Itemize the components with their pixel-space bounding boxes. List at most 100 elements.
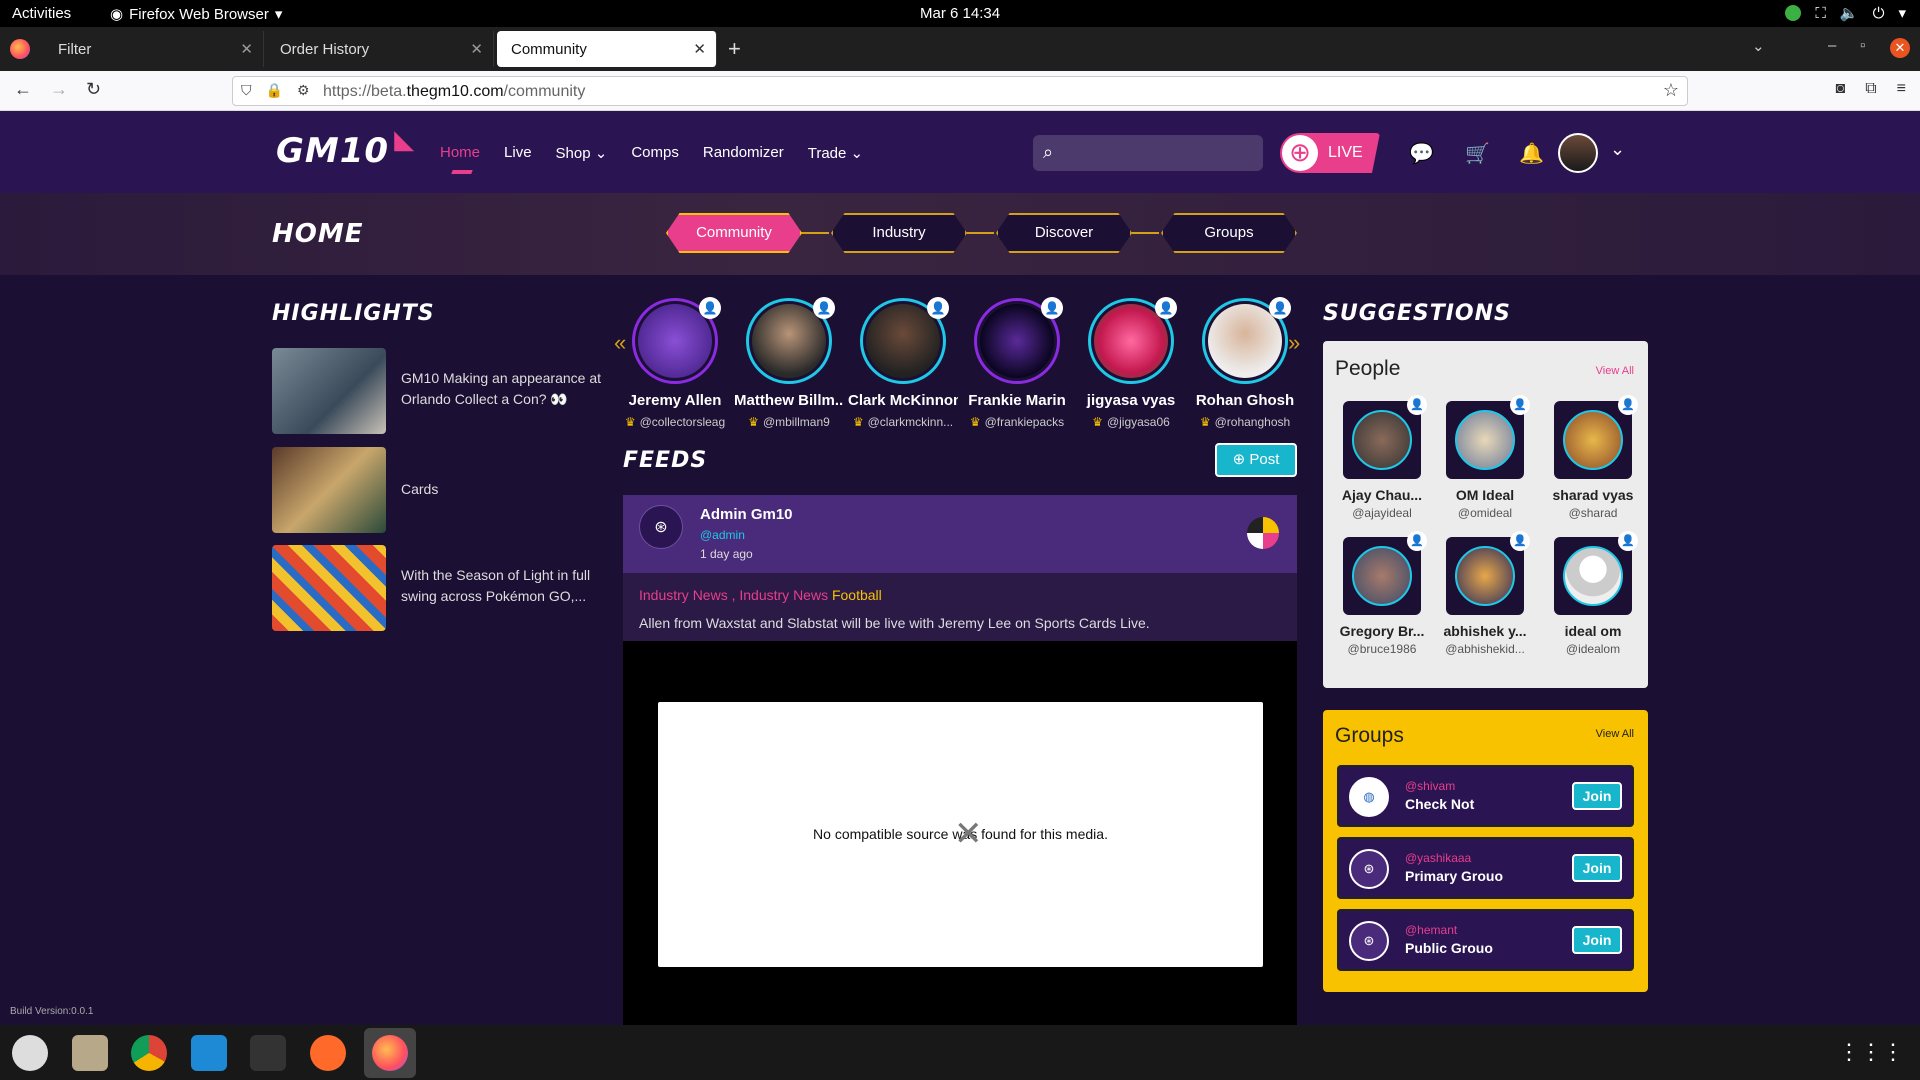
person-card[interactable]: 👤 ideal om @idealom <box>1545 531 1641 656</box>
follow-icon[interactable]: 👤 <box>1269 297 1291 319</box>
url-text[interactable]: https://beta.thegm10.com/community <box>323 83 585 101</box>
story-item[interactable]: 👤 Rohan Ghosh ♛ @rohanghosh <box>1190 297 1300 429</box>
list-all-tabs-icon[interactable]: ⌄ <box>1752 37 1765 55</box>
tab-discover[interactable]: Discover <box>996 213 1132 253</box>
postman-icon[interactable] <box>310 1035 346 1071</box>
post-tag[interactable]: Industry News <box>739 587 828 603</box>
lock-icon[interactable]: 🔒 <box>266 82 283 99</box>
show-apps-icon[interactable]: ⋮⋮⋮ <box>1838 1039 1904 1065</box>
follow-icon[interactable]: 👤 <box>813 297 835 319</box>
follow-icon[interactable]: 👤 <box>1407 395 1427 415</box>
new-tab-button[interactable]: + <box>728 36 741 62</box>
story-item[interactable]: 👤 Clark McKinnon ♛ @clarkmckinn... <box>848 297 958 429</box>
minimize-icon[interactable]: – <box>1828 37 1836 54</box>
terminal-icon[interactable] <box>250 1035 286 1071</box>
story-item[interactable]: 👤 jigyasa vyas ♛ @jigyasa06 <box>1076 297 1186 429</box>
group-row[interactable]: ◍ @shivam Check Not Join <box>1337 765 1634 827</box>
join-button[interactable]: Join <box>1572 854 1622 882</box>
vscode-icon[interactable] <box>191 1035 227 1071</box>
tab-order-history[interactable]: Order History ✕ <box>266 31 494 67</box>
tab-industry[interactable]: Industry <box>831 213 967 253</box>
highlight-item[interactable]: GM10 Making an appearance at Orlando Col… <box>272 348 612 434</box>
follow-icon[interactable]: 👤 <box>1618 531 1638 551</box>
reload-icon[interactable]: ↻ <box>86 79 101 100</box>
person-card[interactable]: 👤 Gregory Br... @bruce1986 <box>1334 531 1430 656</box>
activities-button[interactable]: Activities <box>12 5 71 22</box>
update-icon[interactable] <box>1785 5 1802 21</box>
post-tag[interactable]: Industry News , <box>639 587 735 603</box>
power-icon[interactable]: ⏻ <box>1873 5 1885 22</box>
nav-live[interactable]: Live <box>504 144 532 162</box>
person-card[interactable]: 👤 abhishek y... @abhishekid... <box>1437 531 1533 656</box>
nav-randomizer[interactable]: Randomizer <box>703 144 784 162</box>
story-item[interactable]: 👤 Matthew Billm... ♛ @mbillman9 <box>734 297 844 429</box>
post-button[interactable]: ⊕ Post <box>1215 443 1297 477</box>
maximize-icon[interactable]: ▫ <box>1860 37 1865 54</box>
app-menu[interactable]: ◉ Firefox Web Browser ▾ <box>110 5 282 24</box>
post-tag[interactable]: Football <box>832 587 882 603</box>
menu-icon[interactable]: ≡ <box>1897 80 1906 98</box>
person-card[interactable]: 👤 Ajay Chau... @ajayideal <box>1334 395 1430 520</box>
go-live-button[interactable]: ⊕ LIVE <box>1280 133 1380 173</box>
person-card[interactable]: 👤 sharad vyas @sharad <box>1545 395 1641 520</box>
post-author-avatar[interactable]: ⊛ <box>639 505 683 549</box>
nav-home[interactable]: Home <box>440 144 480 162</box>
tab-groups[interactable]: Groups <box>1161 213 1297 253</box>
clock[interactable]: Mar 6 14:34 <box>920 5 1000 22</box>
follow-icon[interactable]: 👤 <box>699 297 721 319</box>
bookmark-star-icon[interactable]: ☆ <box>1663 80 1679 101</box>
cart-icon[interactable]: 🛒 <box>1465 141 1490 166</box>
pocket-icon[interactable]: ◙ <box>1836 80 1846 98</box>
follow-icon[interactable]: 👤 <box>1618 395 1638 415</box>
post-author[interactable]: Admin Gm10 <box>700 506 793 523</box>
chrome-icon[interactable] <box>131 1035 167 1071</box>
firefox-menu-icon[interactable] <box>10 39 30 59</box>
files-icon[interactable] <box>72 1035 108 1071</box>
nav-shop[interactable]: Shop ⌄ <box>556 144 608 162</box>
system-tray[interactable]: ⛶ 🔈 ⏻ ▾ <box>1785 4 1906 22</box>
person-card[interactable]: 👤 OM Ideal @omideal <box>1437 395 1533 520</box>
firefox-dock-item[interactable] <box>364 1028 416 1078</box>
join-button[interactable]: Join <box>1572 782 1622 810</box>
chat-icon[interactable]: 💬 <box>1409 141 1434 166</box>
highlight-item[interactable]: Cards <box>272 447 612 533</box>
tab-filter[interactable]: Filter ✕ <box>44 31 264 67</box>
site-logo[interactable]: GM10 ◣ <box>276 125 414 171</box>
volume-icon[interactable]: 🔈 <box>1840 4 1859 22</box>
tab-community[interactable]: Community ✕ <box>497 31 717 67</box>
permissions-icon[interactable]: ⚙ <box>297 82 310 99</box>
follow-icon[interactable]: 👤 <box>1407 531 1427 551</box>
network-icon[interactable]: ⛶ <box>1815 5 1826 22</box>
follow-icon[interactable]: 👤 <box>1510 395 1530 415</box>
follow-icon[interactable]: 👤 <box>1155 297 1177 319</box>
url-bar[interactable]: ⛉ 🔒 ⚙ https://beta.thegm10.com/community ☆ <box>232 76 1688 106</box>
user-avatar[interactable] <box>1558 133 1598 173</box>
nav-trade[interactable]: Trade ⌄ <box>808 144 863 162</box>
groups-view-all-link[interactable]: View All <box>1596 728 1634 740</box>
back-icon[interactable]: ← <box>14 79 32 100</box>
story-item[interactable]: 👤 Jeremy Allen ♛ @collectorsleag <box>620 297 730 429</box>
chevron-down-icon[interactable]: ⌄ <box>1610 139 1625 160</box>
highlight-item[interactable]: With the Season of Light in full swing a… <box>272 545 612 631</box>
join-button[interactable]: Join <box>1572 926 1622 954</box>
close-icon[interactable]: ✕ <box>693 40 706 58</box>
forward-icon[interactable]: → <box>50 79 68 100</box>
close-window-icon[interactable]: ✕ <box>1890 38 1910 58</box>
people-view-all-link[interactable]: View All <box>1596 365 1634 377</box>
nav-comps[interactable]: Comps <box>631 144 679 162</box>
group-row[interactable]: ⊛ @hemant Public Grouo Join <box>1337 909 1634 971</box>
extensions-icon[interactable]: ⧉ <box>1865 80 1876 98</box>
group-row[interactable]: ⊛ @yashikaaa Primary Grouo Join <box>1337 837 1634 899</box>
chevron-down-icon[interactable]: ▾ <box>1898 4 1906 22</box>
follow-icon[interactable]: 👤 <box>1510 531 1530 551</box>
close-icon[interactable]: ✕ <box>240 40 253 58</box>
search-input[interactable]: ⌕ <box>1033 135 1263 171</box>
software-icon[interactable] <box>12 1035 48 1071</box>
shield-icon[interactable]: ⛉ <box>241 82 252 99</box>
video-player[interactable]: No compatible source was found for this … <box>658 702 1263 967</box>
story-item[interactable]: 👤 Frankie Marin ♛ @frankiepacks <box>962 297 1072 429</box>
close-icon[interactable]: ✕ <box>470 40 483 58</box>
bell-icon[interactable]: 🔔 <box>1519 141 1544 166</box>
post-handle[interactable]: @admin <box>700 528 745 542</box>
follow-icon[interactable]: 👤 <box>927 297 949 319</box>
